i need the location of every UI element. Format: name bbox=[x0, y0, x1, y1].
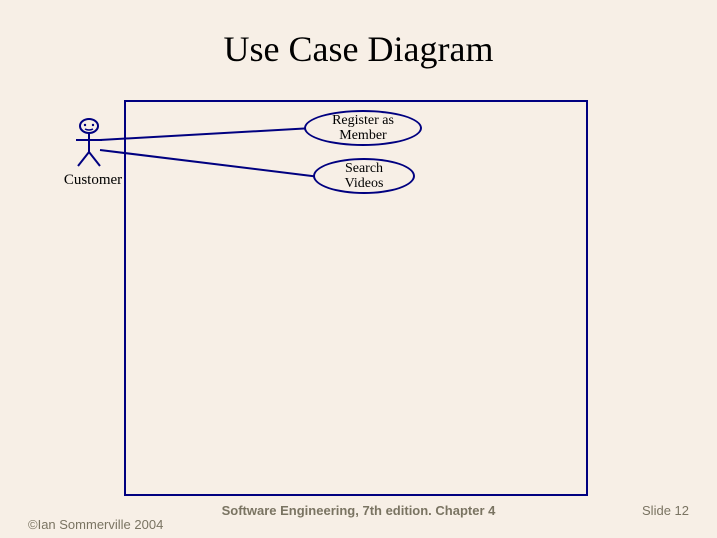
actor-customer-label: Customer bbox=[58, 172, 128, 189]
actor-customer bbox=[72, 118, 106, 168]
actor-icon bbox=[72, 118, 106, 168]
usecase-register-label: Register as Member bbox=[332, 113, 394, 144]
usecase-register: Register as Member bbox=[304, 110, 422, 146]
footer-center: Software Engineering, 7th edition. Chapt… bbox=[0, 503, 717, 518]
footer-copyright: ©Ian Sommerville 2004 bbox=[28, 517, 163, 532]
footer-slide-number: Slide 12 bbox=[642, 503, 689, 518]
usecase-search-label: Search Videos bbox=[345, 161, 384, 192]
slide: Use Case Diagram Customer Register as Me… bbox=[0, 0, 717, 538]
slide-title: Use Case Diagram bbox=[0, 28, 717, 70]
usecase-search: Search Videos bbox=[313, 158, 415, 194]
